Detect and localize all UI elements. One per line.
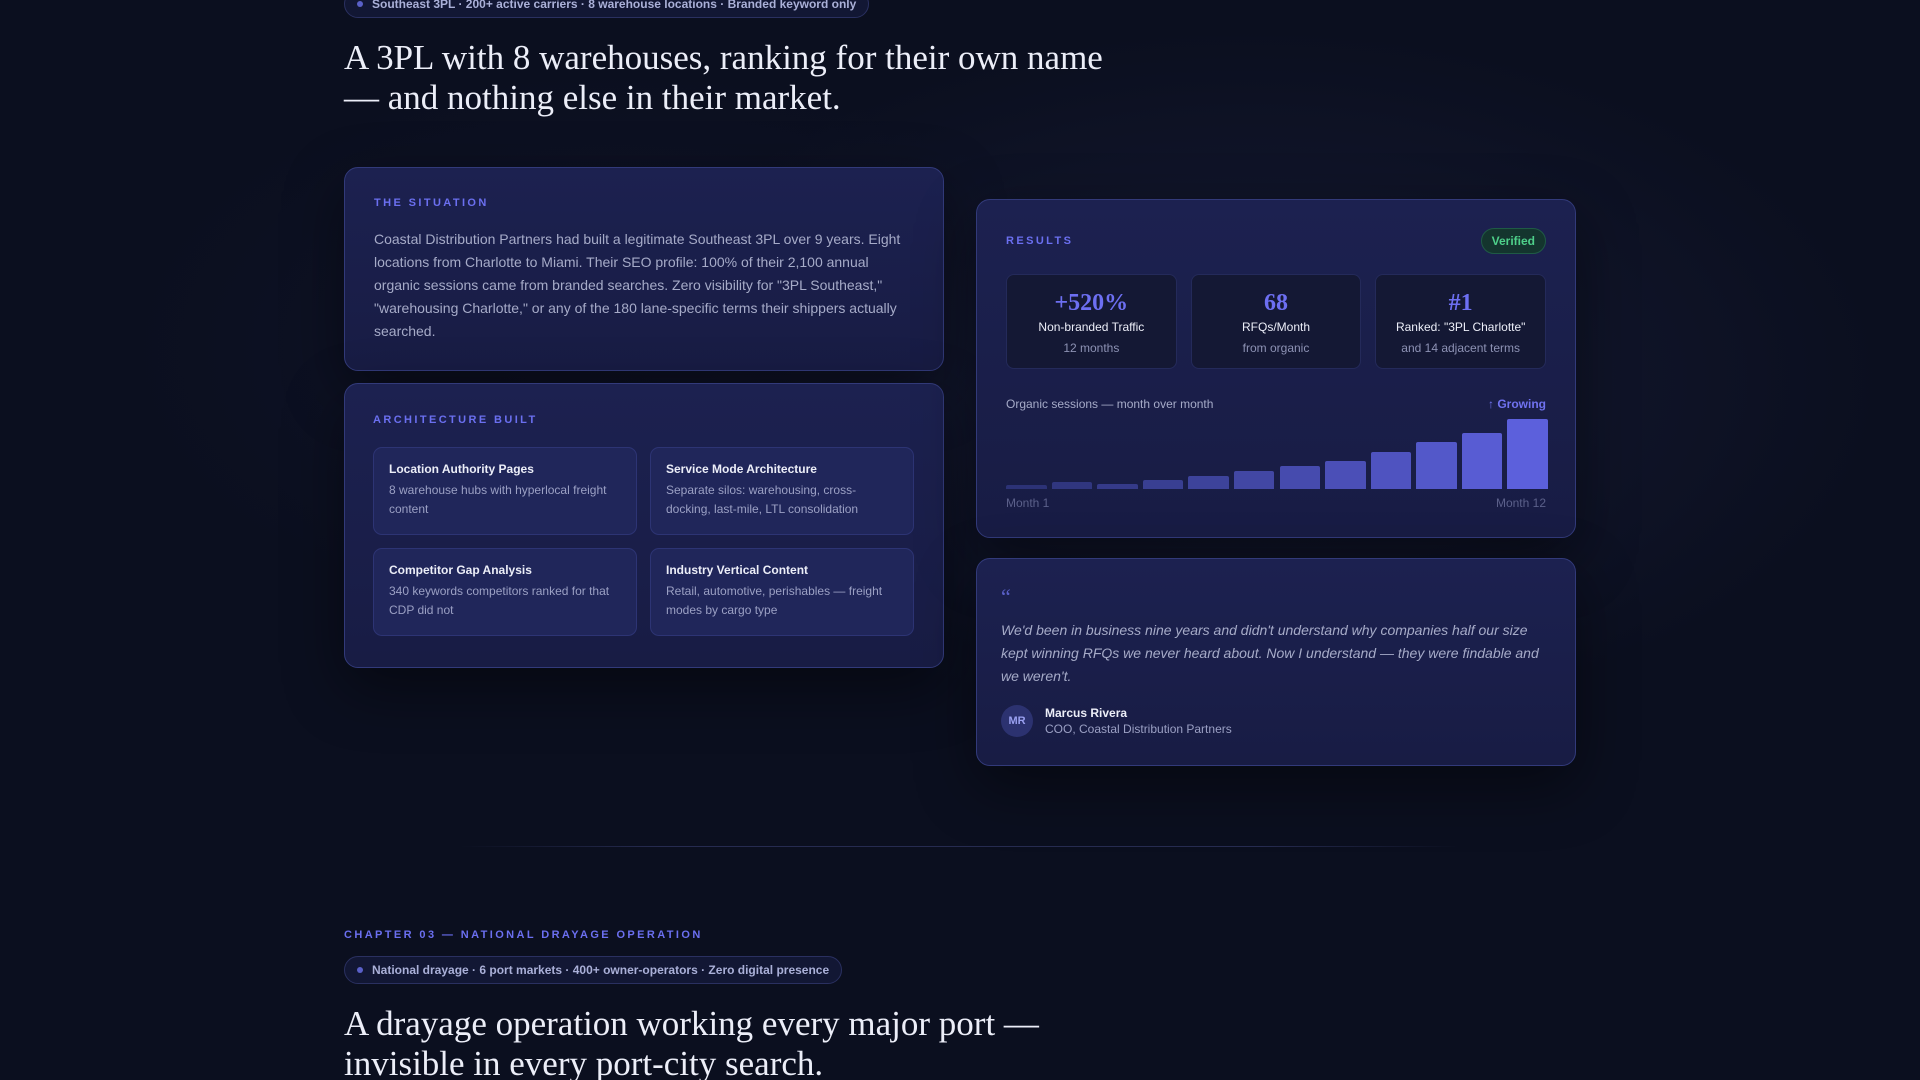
- metrics-row: +520% Non-branded Traffic 12 months 68 R…: [1006, 274, 1547, 369]
- metric-value: +520%: [1054, 290, 1129, 316]
- situation-body: Coastal Distribution Partners had built …: [374, 231, 901, 339]
- chart-bar-month-7: [1279, 466, 1321, 489]
- author-role: COO, Coastal Distribution Partners: [1045, 722, 1232, 736]
- chart-header: Organic sessions — month over month ↑ Gr…: [1006, 397, 1546, 411]
- metric-card: #1 Ranked: "3PL Charlotte" and 14 adjace…: [1375, 274, 1547, 369]
- architecture-item: Industry Vertical Content Retail, automo…: [650, 548, 914, 636]
- x-axis-start-label: Month 1: [1006, 496, 1050, 510]
- chart-axis: Month 1 Month 12: [1006, 496, 1546, 510]
- chart-bar-month-6: [1233, 470, 1275, 489]
- quote-mark-icon: “: [1001, 584, 1011, 609]
- architecture-item-title: Industry Vertical Content: [666, 563, 809, 577]
- bullet-dot-icon: [357, 967, 363, 973]
- chart-bar-month-2: [1051, 481, 1093, 489]
- situation-card: THE SITUATION Coastal Distribution Partn…: [344, 167, 944, 371]
- metric-value: 68: [1264, 290, 1288, 316]
- architecture-item: Competitor Gap Analysis 340 keywords com…: [373, 548, 637, 636]
- architecture-item: Location Authority Pages 8 warehouse hub…: [373, 447, 637, 535]
- testimonial-author: MR Marcus Rivera COO, Coastal Distributi…: [1001, 705, 1551, 737]
- architecture-card: ARCHITECTURE BUILT Location Authority Pa…: [344, 383, 944, 668]
- architecture-item-desc: 340 keywords competitors ranked for that…: [389, 584, 610, 617]
- chart-bar-month-11: [1461, 433, 1503, 489]
- architecture-item: Service Mode Architecture Separate silos…: [650, 447, 914, 535]
- architecture-grid: Location Authority Pages 8 warehouse hub…: [373, 447, 915, 636]
- chart-bar-month-3: [1097, 483, 1138, 489]
- case-tags-pill: National drayage · 6 port markets · 400+…: [344, 956, 843, 984]
- bullet-dot-icon: [357, 1, 363, 7]
- architecture-item-desc: Separate silos: warehousing, cross-docki…: [666, 483, 859, 516]
- testimonial-card: “ We'd been in business nine years and d…: [976, 558, 1576, 766]
- section-divider: [460, 846, 1460, 847]
- chart-bar-month-4: [1142, 479, 1184, 489]
- results-label: RESULTS: [1006, 235, 1074, 247]
- chart-bar-month-8: [1325, 461, 1366, 489]
- architecture-item-title: Location Authority Pages: [389, 462, 534, 476]
- metric-card: +520% Non-branded Traffic 12 months: [1006, 274, 1177, 369]
- metric-value: #1: [1448, 290, 1473, 316]
- trend-indicator: ↑ Growing: [1488, 397, 1546, 411]
- avatar: MR: [1001, 705, 1033, 737]
- author-name: Marcus Rivera: [1045, 706, 1128, 720]
- results-card: RESULTS Verified +520% Non-branded Traff…: [976, 199, 1576, 538]
- architecture-label: ARCHITECTURE BUILT: [373, 414, 538, 426]
- results-header: RESULTS Verified: [1006, 228, 1546, 254]
- chart-bar-month-9: [1370, 451, 1412, 489]
- metric-label: Non-branded Traffic: [1038, 320, 1145, 334]
- situation-label: THE SITUATION: [374, 197, 489, 209]
- sessions-bar-chart: [1006, 417, 1548, 489]
- case-headline: A drayage operation working every major …: [344, 1004, 1039, 1080]
- chapter-label: CHAPTER 03 — NATIONAL DRAYAGE OPERATION: [344, 929, 703, 941]
- architecture-item-desc: Retail, automotive, perishables — freigh…: [666, 584, 883, 617]
- case-tags-pill: Southeast 3PL · 200+ active carriers · 8…: [344, 0, 870, 18]
- metric-sub: and 14 adjacent terms: [1401, 341, 1521, 355]
- case-tags-text: Southeast 3PL · 200+ active carriers · 8…: [372, 0, 857, 11]
- chart-bar-month-12: [1507, 419, 1548, 489]
- x-axis-end-label: Month 12: [1495, 496, 1546, 510]
- metric-label: RFQs/Month: [1242, 320, 1311, 334]
- chart-bar-month-10: [1416, 441, 1457, 489]
- architecture-item-title: Competitor Gap Analysis: [389, 563, 532, 577]
- testimonial-quote: We'd been in business nine years and did…: [1001, 622, 1539, 684]
- verified-badge: Verified: [1480, 228, 1546, 254]
- chart-bar-month-5: [1188, 475, 1229, 489]
- metric-sub: 12 months: [1063, 341, 1120, 355]
- case-tags-text: National drayage · 6 port markets · 400+…: [372, 963, 830, 977]
- metric-sub: from organic: [1242, 341, 1310, 355]
- architecture-item-title: Service Mode Architecture: [666, 462, 817, 476]
- architecture-item-desc: 8 warehouse hubs with hyperlocal freight…: [389, 483, 607, 516]
- case-headline: A 3PL with 8 warehouses, ranking for the…: [344, 38, 1103, 117]
- chart-title: Organic sessions — month over month: [1006, 397, 1214, 411]
- chart-bar-month-1: [1006, 484, 1047, 489]
- metric-card: 68 RFQs/Month from organic: [1190, 274, 1362, 369]
- metric-label: Ranked: "3PL Charlotte": [1395, 320, 1526, 334]
